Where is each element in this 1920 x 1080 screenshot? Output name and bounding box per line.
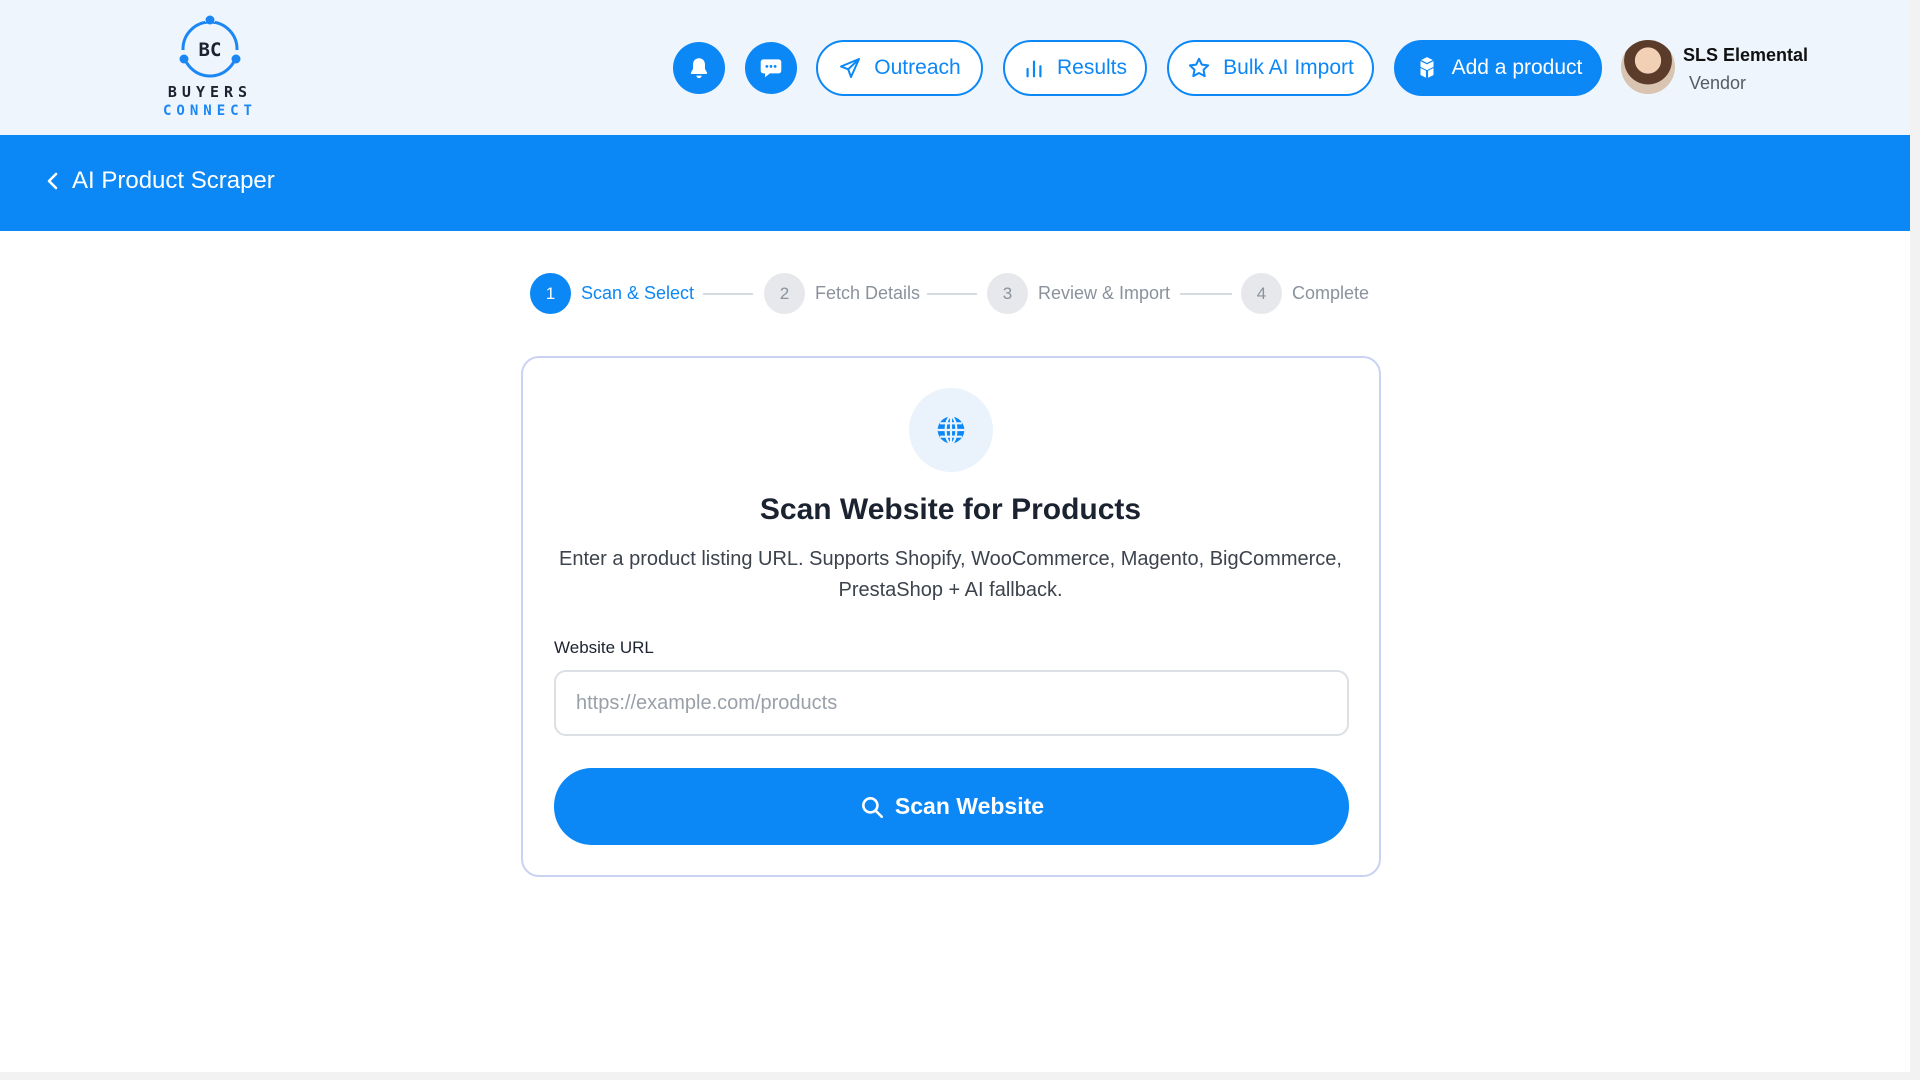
step-number: 4	[1241, 273, 1282, 314]
bell-icon	[690, 58, 708, 79]
step-label: Scan & Select	[581, 283, 695, 303]
bar-chart-icon	[1026, 60, 1042, 78]
step-connector	[1180, 293, 1232, 295]
scan-website-button[interactable]: Scan Website	[554, 768, 1349, 845]
step-complete: 4 Complete	[1241, 273, 1369, 314]
step-number: 3	[987, 273, 1028, 314]
results-button[interactable]: Results	[1003, 40, 1147, 96]
website-url-input[interactable]	[554, 670, 1349, 736]
send-icon	[840, 58, 861, 78]
bulk-ai-import-button[interactable]: Bulk AI Import	[1167, 40, 1374, 96]
globe-badge	[909, 388, 993, 472]
step-label: Review & Import	[1038, 283, 1171, 303]
page-title: AI Product Scraper	[72, 167, 275, 194]
step-review-import: 3 Review & Import	[987, 273, 1170, 314]
scan-website-label: Scan Website	[894, 793, 1045, 819]
search-icon	[861, 796, 883, 818]
step-connector	[927, 293, 977, 295]
logo-word-connect: CONNECT	[162, 103, 257, 119]
step-number: 2	[764, 273, 805, 314]
outreach-button[interactable]: Outreach	[816, 40, 983, 96]
logo-monogram: BC	[199, 39, 222, 61]
page-header-bar: AI Product Scraper	[0, 135, 1910, 231]
user-role: Vendor	[1689, 73, 1747, 93]
outreach-label: Outreach	[874, 56, 961, 79]
user-avatar[interactable]	[1621, 40, 1675, 94]
step-connector	[703, 293, 753, 295]
star-icon	[1189, 57, 1210, 78]
step-number: 1	[530, 273, 571, 314]
page: BC BUYERS CONNECT Outreach Results Bulk …	[0, 0, 1910, 1072]
top-navigation-bar: BC BUYERS CONNECT Outreach Results Bulk …	[0, 0, 1910, 135]
add-product-label: Add a product	[1451, 56, 1583, 79]
chevron-left-icon	[47, 172, 58, 190]
add-product-button[interactable]: Add a product	[1394, 40, 1602, 96]
website-url-label: Website URL	[554, 638, 654, 657]
globe-icon	[937, 415, 965, 445]
messages-button[interactable]	[745, 42, 797, 94]
step-label: Fetch Details	[815, 283, 921, 303]
step-label: Complete	[1292, 283, 1370, 303]
back-button[interactable]: AI Product Scraper	[46, 167, 275, 195]
results-label: Results	[1056, 56, 1128, 79]
step-scan-select: 1 Scan & Select	[530, 273, 694, 314]
user-name: SLS Elemental	[1683, 45, 1809, 65]
notifications-button[interactable]	[673, 42, 725, 94]
logo-word-buyers: BUYERS	[167, 83, 253, 101]
step-fetch-details: 2 Fetch Details	[764, 273, 920, 314]
bulk-ai-import-label: Bulk AI Import	[1223, 56, 1354, 79]
logo-mark-icon: BC	[179, 14, 241, 78]
boxes-icon	[1419, 57, 1434, 78]
buyers-connect-logo[interactable]: BC BUYERS CONNECT	[150, 12, 270, 124]
card-title: Scan Website for Products	[759, 493, 1142, 526]
chat-bubble-icon	[760, 59, 782, 78]
card-description: Enter a product listing URL. Supports Sh…	[559, 548, 1342, 601]
scan-website-card: Scan Website for Products Enter a produc…	[521, 356, 1381, 877]
